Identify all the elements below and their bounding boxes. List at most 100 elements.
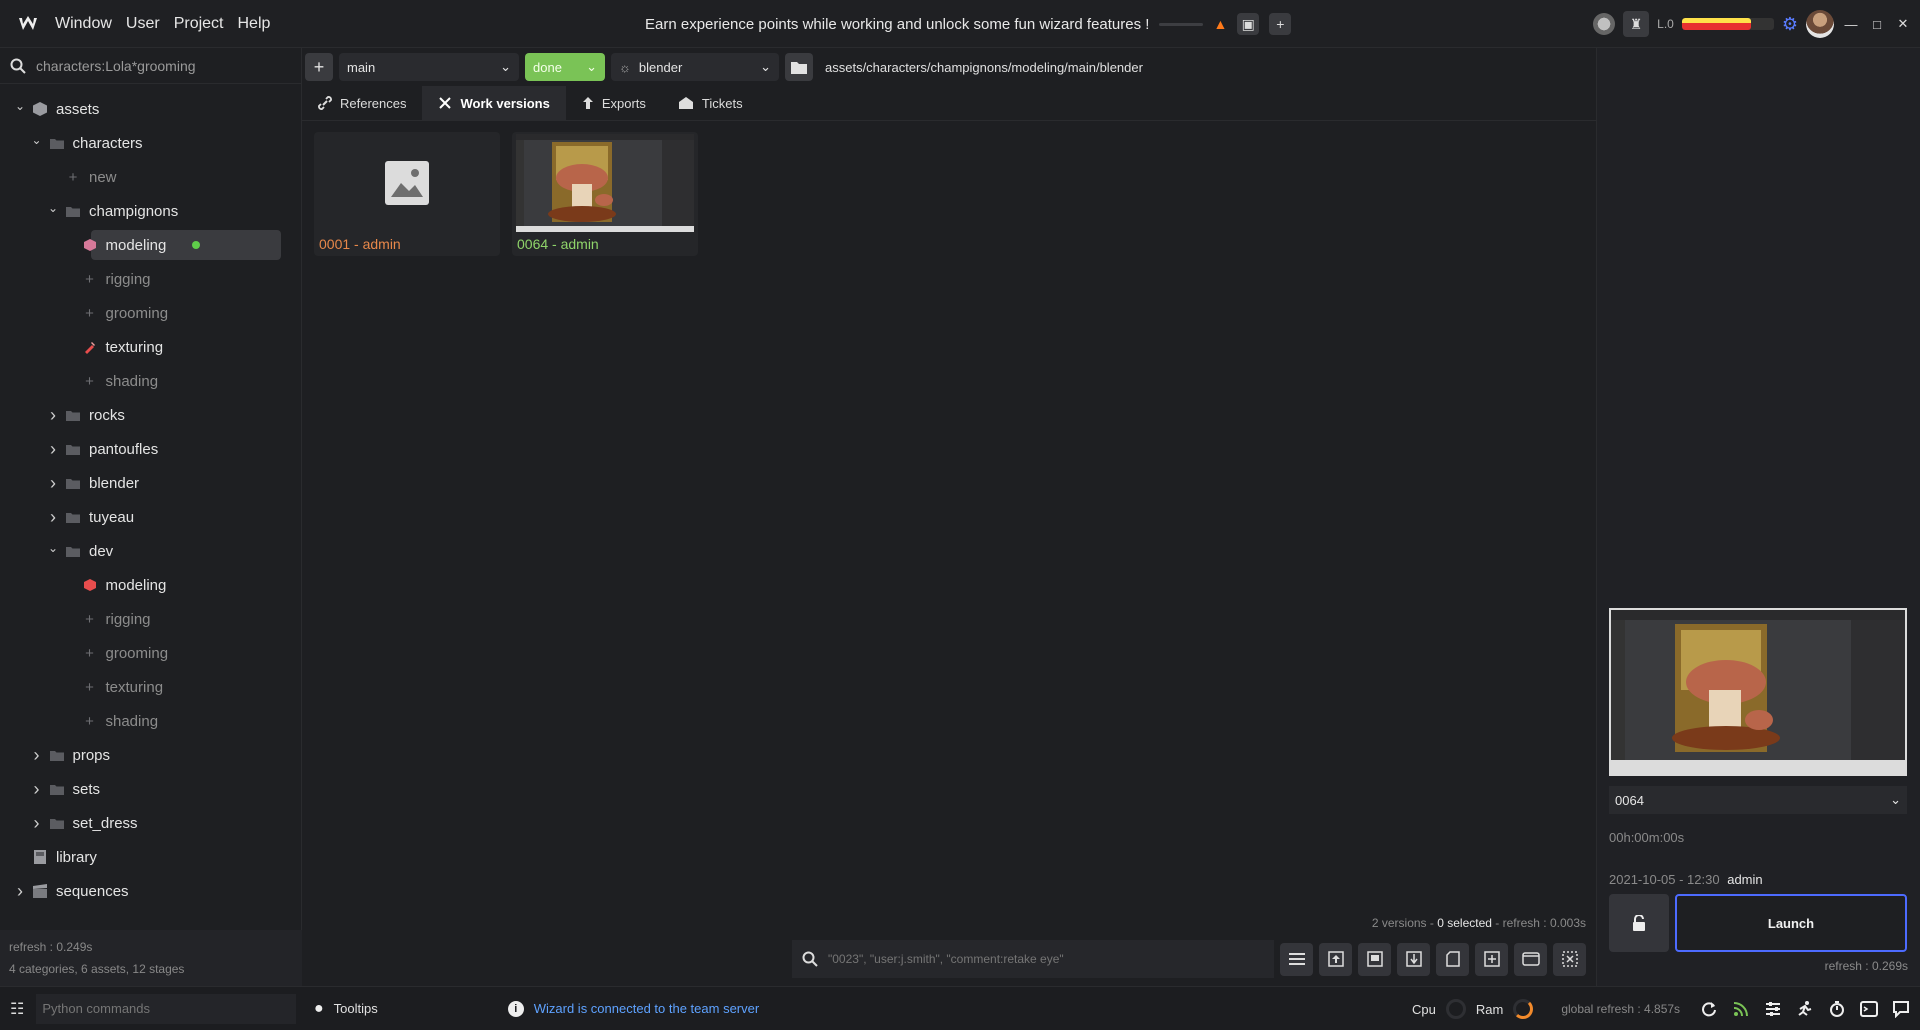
chevron-down-icon: ⌄: [760, 59, 771, 74]
lock-button[interactable]: [1609, 894, 1669, 952]
python-console: ☷: [0, 993, 308, 1024]
chevron-down-icon[interactable]: ⌄: [43, 201, 63, 215]
tree-item-characters[interactable]: ⌄ characters: [0, 126, 301, 160]
chevron-right-icon[interactable]: ›: [27, 813, 47, 834]
chevron-down-icon[interactable]: ⌄: [43, 541, 63, 555]
chevron-down-icon[interactable]: ⌄: [10, 99, 30, 113]
delete-version-button[interactable]: [1553, 942, 1586, 976]
chevron-right-icon[interactable]: ›: [43, 405, 63, 426]
tree-item-sequences[interactable]: › sequences: [0, 874, 301, 908]
tree-item-pantoufles[interactable]: › pantoufles: [0, 432, 301, 466]
maximize-button[interactable]: □: [1868, 15, 1886, 33]
chevron-right-icon[interactable]: ›: [27, 745, 47, 766]
sidebar-footer: refresh : 0.249s 4 categories, 6 assets,…: [0, 930, 302, 986]
tree-item-rigging[interactable]: + rigging: [0, 262, 301, 296]
tree-item-texturing[interactable]: texturing: [0, 330, 301, 364]
ram-gauge: [1513, 999, 1534, 1019]
tree-item-shading[interactable]: + shading: [0, 704, 301, 738]
folder-icon: [63, 206, 83, 217]
tree-item-rocks[interactable]: › rocks: [0, 398, 301, 432]
chevron-right-icon[interactable]: ›: [43, 507, 63, 528]
tree-item-modeling[interactable]: modeling: [0, 228, 301, 262]
timer-icon[interactable]: [1824, 994, 1850, 1024]
open-folder-button[interactable]: [785, 53, 813, 81]
chat-icon[interactable]: [1888, 994, 1914, 1024]
add-variant-button[interactable]: +: [305, 53, 333, 81]
version-thumbnail: [514, 134, 696, 232]
tree-item-blender[interactable]: › blender: [0, 466, 301, 500]
tree-item-texturing[interactable]: + texturing: [0, 670, 301, 704]
folder-icon: [47, 784, 67, 795]
comment-button[interactable]: [1358, 942, 1391, 976]
add-xp-button[interactable]: +: [1269, 13, 1292, 35]
export-button[interactable]: [1319, 942, 1352, 976]
plus-icon: +: [313, 56, 325, 77]
archive-button[interactable]: [1397, 942, 1430, 976]
tree-item-label: texturing: [105, 678, 164, 696]
launch-button[interactable]: Launch: [1675, 894, 1907, 952]
runner-icon[interactable]: [1792, 994, 1818, 1024]
tab-references[interactable]: References: [302, 86, 423, 120]
tree-item-rigging[interactable]: + rigging: [0, 602, 301, 636]
chevron-right-icon[interactable]: ›: [27, 779, 47, 800]
window-button[interactable]: [1514, 942, 1547, 976]
console-icon[interactable]: [1856, 994, 1882, 1024]
version-select[interactable]: 0064 ⌄: [1609, 786, 1907, 814]
tree-item-props[interactable]: › props: [0, 738, 301, 772]
tree-item-tuyeau[interactable]: › tuyeau: [0, 500, 301, 534]
sliders-icon[interactable]: [1760, 994, 1786, 1024]
tree-item-sets[interactable]: › sets: [0, 772, 301, 806]
variant-select[interactable]: main ⌄: [339, 53, 519, 81]
tree-item-dev[interactable]: ⌄ dev: [0, 534, 301, 568]
tree-item-label: grooming: [105, 304, 169, 322]
tooltips-toggle[interactable]: ● Tooltips: [314, 1000, 378, 1018]
tree-item-champignons[interactable]: ⌄ champignons: [0, 194, 301, 228]
badge-icon[interactable]: [1593, 13, 1616, 35]
minimize-button[interactable]: —: [1842, 15, 1860, 33]
chevron-right-icon[interactable]: ›: [43, 473, 63, 494]
tab-tickets[interactable]: Tickets: [661, 86, 759, 120]
chevron-right-icon[interactable]: ›: [10, 881, 30, 902]
chevron-down-icon[interactable]: ⌄: [27, 133, 47, 147]
tree-item-label: rocks: [89, 406, 125, 424]
menu-user[interactable]: User: [119, 15, 167, 33]
gear-icon[interactable]: ⚙: [1782, 14, 1798, 35]
tab-exports[interactable]: Exports: [565, 86, 662, 120]
version-filter-input[interactable]: [828, 952, 1268, 966]
software-select[interactable]: ☼ blender ⌄: [611, 53, 779, 81]
version-card[interactable]: 0001 - admin: [314, 132, 500, 256]
chess-icon[interactable]: ♜: [1623, 11, 1650, 37]
duplicate-button[interactable]: [1436, 942, 1469, 976]
add-square-icon: [1483, 951, 1500, 967]
tree-item-shading[interactable]: + shading: [0, 364, 301, 398]
state-select[interactable]: done ⌄: [525, 53, 605, 81]
tree-item-modeling[interactable]: modeling: [0, 568, 301, 602]
tree-item-grooming[interactable]: + grooming: [0, 636, 301, 670]
cpu-gauge: [1445, 999, 1466, 1019]
refresh-icon[interactable]: [1696, 994, 1722, 1024]
tree-item-assets[interactable]: ⌄ assets: [0, 92, 301, 126]
menu-help[interactable]: Help: [230, 15, 277, 33]
tab-work-versions[interactable]: Work versions: [422, 86, 566, 120]
list-view-button[interactable]: [1280, 942, 1313, 976]
avatar[interactable]: [1806, 10, 1834, 38]
dice-button[interactable]: ▣: [1237, 13, 1260, 35]
tree-item-library[interactable]: library: [0, 840, 301, 874]
tree-item-new[interactable]: + new: [0, 160, 301, 194]
upload-icon: [1327, 951, 1344, 967]
tree-item-grooming[interactable]: + grooming: [0, 296, 301, 330]
tree-search-input[interactable]: [36, 57, 276, 74]
rss-icon[interactable]: [1728, 994, 1754, 1024]
info-icon: i: [507, 1000, 524, 1017]
close-button[interactable]: ✕: [1894, 15, 1912, 33]
menu-window[interactable]: Window: [48, 15, 119, 33]
folder-icon: [63, 410, 83, 421]
new-version-button[interactable]: [1475, 942, 1508, 976]
library-icon: [30, 849, 50, 865]
tree-item-set_dress[interactable]: › set_dress: [0, 806, 301, 840]
menu-project[interactable]: Project: [167, 15, 231, 33]
python-command-input[interactable]: [36, 993, 297, 1024]
chevron-right-icon[interactable]: ›: [43, 439, 63, 460]
plus-icon: +: [85, 610, 94, 628]
version-card[interactable]: 0064 - admin: [512, 132, 698, 256]
